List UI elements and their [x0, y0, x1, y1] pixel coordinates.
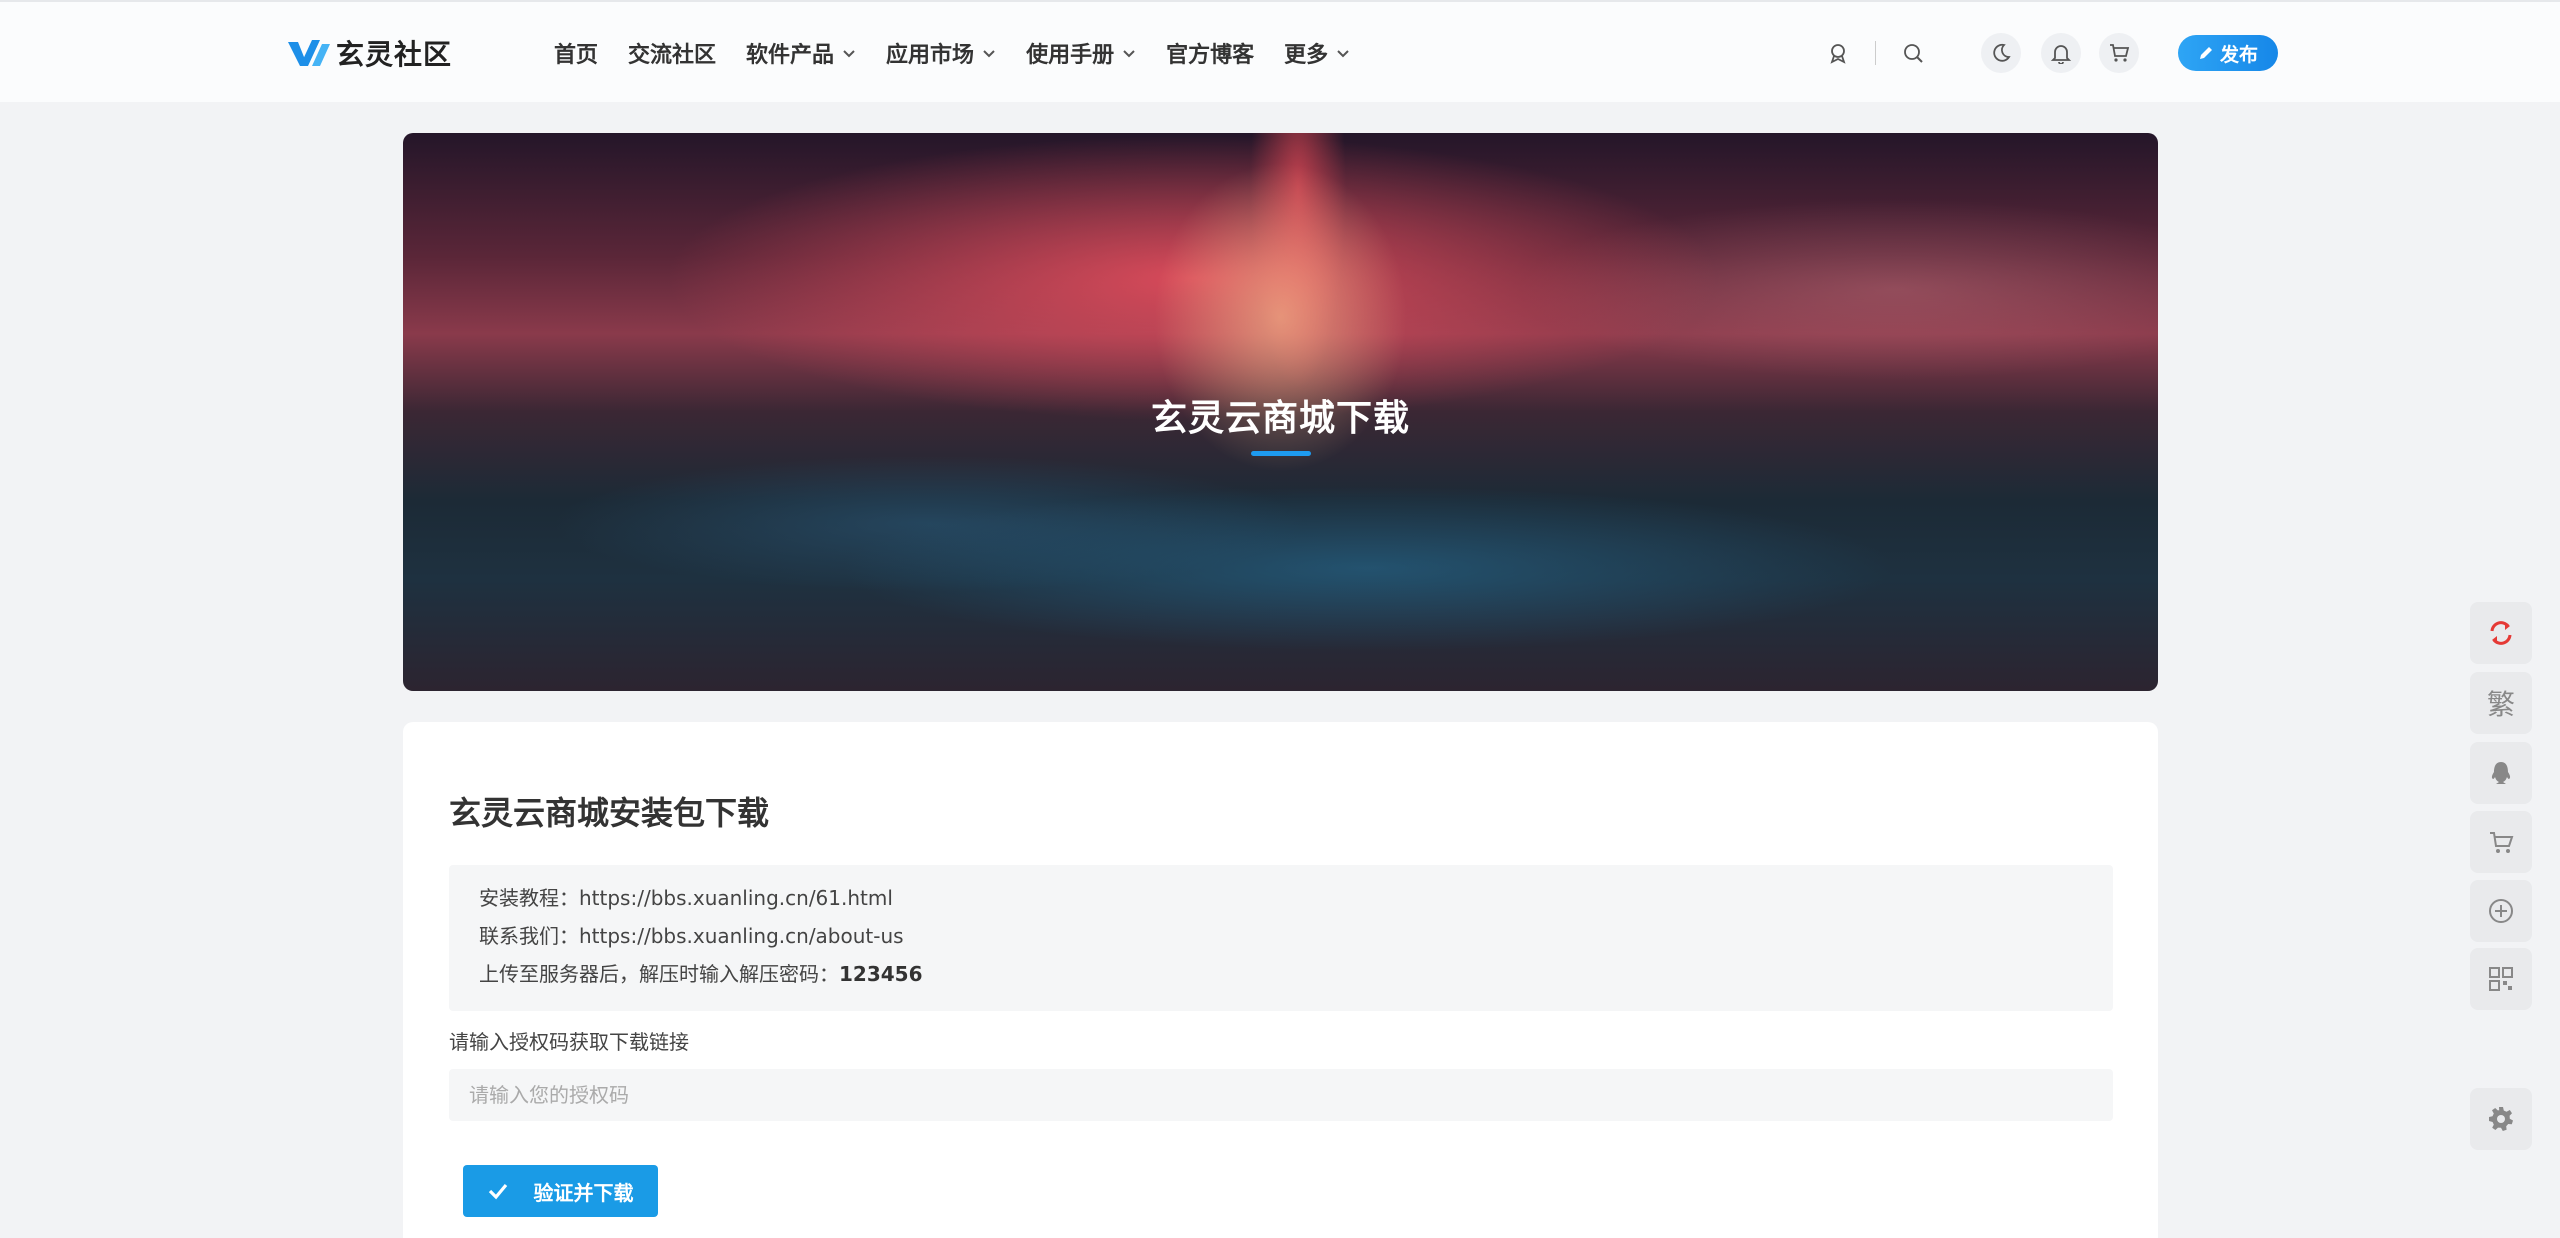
nav-more[interactable]: 更多 [1284, 37, 1350, 69]
auth-code-label: 请输入授权码获取下载链接 [449, 1030, 689, 1054]
cart-float-button[interactable] [2470, 811, 2532, 873]
shopping-cart-icon [2490, 832, 2514, 853]
nav-community[interactable]: 交流社区 [628, 37, 716, 69]
traditional-chinese-glyph: 繁 [2486, 688, 2515, 721]
qq-float-button[interactable] [2470, 742, 2532, 804]
refresh-icon [2490, 621, 2512, 645]
check-icon [488, 1183, 507, 1200]
install-info-box: 安装教程：https://bbs.xuanling.cn/61.html 联系我… [449, 865, 2113, 1011]
nav-app-market[interactable]: 应用市场 [886, 37, 996, 69]
settings-float-button[interactable] [2470, 1088, 2532, 1150]
banner-title: 玄灵云商城下载 [1150, 398, 1410, 439]
verify-download-button[interactable]: 验证并下载 [463, 1165, 658, 1217]
chevron-down-icon [1123, 50, 1135, 58]
download-card: 玄灵云商城安装包下载 安装教程：https://bbs.xuanling.cn/… [403, 722, 2158, 1238]
shopping-cart-icon[interactable] [2099, 33, 2139, 73]
chevron-down-icon [983, 50, 995, 58]
nav-software-products-label: 软件产品 [746, 43, 835, 68]
nav-app-market-label: 应用市场 [886, 43, 975, 68]
contact-label: 联系我们： [479, 924, 579, 948]
pencil-icon [2199, 47, 2212, 59]
notification-bell-icon[interactable] [2041, 33, 2081, 73]
password-text: 上传至服务器后，解压时输入解压密码： [479, 962, 839, 986]
nav-official-blog-label: 官方博客 [1166, 43, 1255, 68]
password-line: 上传至服务器后，解压时输入解压密码：123456 [479, 955, 2083, 993]
main-nav: 首页 交流社区 软件产品 应用市场 使用手册 官方博客 更多 [554, 32, 1350, 74]
hero-banner: 玄灵云商城下载 [403, 133, 2158, 691]
qrcode-float-button[interactable] [2470, 948, 2532, 1010]
verify-download-label: 验证并下载 [533, 1180, 634, 1205]
auth-code-input[interactable] [449, 1069, 2113, 1121]
nav-more-label: 更多 [1284, 43, 1329, 68]
nav-home[interactable]: 首页 [554, 37, 598, 69]
dark-mode-moon-icon[interactable] [1981, 33, 2021, 73]
refresh-float-button[interactable] [2470, 602, 2532, 664]
site-logo[interactable]: 玄灵社区 [286, 32, 452, 74]
contact-line: 联系我们：https://bbs.xuanling.cn/about-us [479, 917, 2083, 955]
gear-icon [2489, 1107, 2513, 1131]
banner-title-underline [1251, 451, 1311, 456]
publish-button-label: 发布 [2219, 43, 2258, 66]
plus-circle-icon [2489, 899, 2513, 923]
password-value: 123456 [839, 962, 923, 986]
nav-community-label: 交流社区 [628, 43, 717, 68]
search-icon[interactable] [1893, 33, 1933, 73]
publish-button[interactable]: 发布 [2178, 35, 2278, 71]
contact-link[interactable]: https://bbs.xuanling.cn/about-us [579, 924, 904, 948]
traditional-chinese-float-button[interactable]: 繁 [2470, 672, 2532, 734]
badge-icon[interactable] [1818, 33, 1858, 73]
nav-official-blog[interactable]: 官方博客 [1166, 37, 1254, 69]
page-title: 玄灵云商城安装包下载 [449, 794, 770, 832]
header-divider [1875, 41, 1876, 65]
tutorial-line: 安装教程：https://bbs.xuanling.cn/61.html [479, 879, 2083, 917]
qrcode-icon [2489, 967, 2513, 991]
tutorial-link[interactable]: https://bbs.xuanling.cn/61.html [579, 886, 893, 910]
top-header: 玄灵社区 首页 交流社区 软件产品 应用市场 使用手册 官方博客 更多 发布 [0, 0, 2560, 102]
nav-home-label: 首页 [554, 43, 599, 68]
logo-mark-icon [288, 40, 330, 66]
nav-software-products[interactable]: 软件产品 [746, 37, 856, 69]
nav-user-manual[interactable]: 使用手册 [1026, 37, 1136, 69]
logo-text: 玄灵社区 [336, 38, 453, 71]
tutorial-label: 安装教程： [479, 886, 579, 910]
nav-user-manual-label: 使用手册 [1026, 43, 1115, 68]
chevron-down-icon [843, 50, 855, 58]
add-float-button[interactable] [2470, 880, 2532, 942]
qq-icon [2491, 762, 2511, 784]
chevron-down-icon [1337, 50, 1349, 58]
